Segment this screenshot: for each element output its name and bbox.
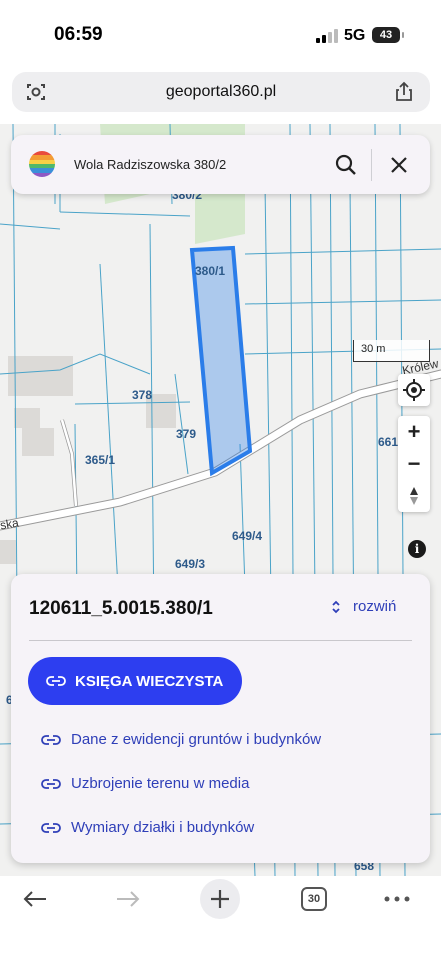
link-icon bbox=[41, 778, 61, 789]
search-icon[interactable] bbox=[333, 152, 359, 178]
plot-label: 649/4 bbox=[232, 529, 263, 543]
geoportal-logo bbox=[29, 151, 55, 177]
status-time: 06:59 bbox=[54, 24, 103, 45]
network-type: 5G bbox=[344, 27, 366, 44]
link-icon bbox=[41, 822, 61, 833]
status-bar: 06:59 5G 43 bbox=[0, 0, 441, 66]
divider bbox=[29, 640, 412, 641]
locate-button[interactable] bbox=[398, 374, 430, 406]
link-label: Dane z ewidencji gruntów i budynków bbox=[71, 731, 322, 748]
search-card[interactable]: Wola Radziszowska 380/2 bbox=[11, 135, 430, 194]
zoom-in-button[interactable]: + bbox=[398, 416, 430, 448]
parcel-panel: 120611_5.0015.380/1 rozwiń KSIĘGA WIECZY… bbox=[11, 574, 430, 863]
expand-label: rozwiń bbox=[353, 598, 397, 615]
locate-icon bbox=[403, 379, 425, 401]
land-register-label: KSIĘGA WIECZYSTA bbox=[75, 672, 224, 690]
more-menu-button[interactable] bbox=[382, 882, 412, 916]
back-arrow-icon bbox=[23, 891, 46, 907]
plot-label: 649/3 bbox=[175, 557, 206, 571]
share-icon[interactable] bbox=[392, 80, 416, 104]
compass-icon bbox=[410, 487, 418, 505]
plus-icon bbox=[211, 890, 229, 908]
land-register-button[interactable]: KSIĘGA WIECZYSTA bbox=[28, 657, 242, 705]
zoom-out-button[interactable]: − bbox=[398, 448, 430, 480]
expand-button[interactable]: rozwiń bbox=[331, 598, 396, 615]
scale-label: 30 m bbox=[361, 343, 386, 355]
link-icon bbox=[41, 734, 61, 745]
zoom-controls: + − bbox=[398, 416, 430, 512]
plot-label: 379 bbox=[176, 427, 197, 441]
link-icon bbox=[46, 676, 66, 686]
tabs-button[interactable]: 30 bbox=[299, 882, 329, 916]
plot-label: 378 bbox=[132, 388, 153, 402]
battery-icon: 43 bbox=[372, 27, 404, 43]
signal-icon bbox=[316, 29, 338, 43]
cadastre-data-link[interactable]: Dane z ewidencji gruntów i budynków bbox=[41, 731, 321, 748]
forward-arrow-icon bbox=[117, 891, 140, 907]
dimensions-link[interactable]: Wymiary działki i budynków bbox=[41, 819, 254, 836]
link-label: Uzbrojenie terenu w media bbox=[71, 775, 250, 792]
parcel-id: 120611_5.0015.380/1 bbox=[29, 598, 213, 619]
compass-button[interactable] bbox=[398, 480, 430, 512]
more-icon bbox=[384, 896, 410, 902]
close-icon[interactable] bbox=[386, 152, 412, 178]
info-icon[interactable]: i bbox=[408, 540, 426, 558]
forward-button[interactable] bbox=[113, 882, 143, 916]
plot-label: 661 bbox=[378, 435, 399, 449]
search-query[interactable]: Wola Radziszowska 380/2 bbox=[74, 157, 226, 172]
expand-icon bbox=[332, 600, 340, 613]
address-bar[interactable]: geoportal360.pl bbox=[12, 72, 430, 112]
plot-label: 365/1 bbox=[85, 453, 116, 467]
utilities-link[interactable]: Uzbrojenie terenu w media bbox=[41, 775, 249, 792]
link-label: Wymiary działki i budynków bbox=[71, 819, 255, 836]
plot-label: 380/1 bbox=[195, 264, 226, 278]
back-button[interactable] bbox=[20, 882, 50, 916]
selected-parcel[interactable] bbox=[189, 245, 253, 477]
divider bbox=[371, 149, 372, 181]
browser-toolbar: 30 bbox=[0, 876, 441, 960]
new-tab-button[interactable] bbox=[200, 879, 240, 919]
map-scale: 30 m bbox=[353, 340, 430, 362]
tab-count: 30 bbox=[301, 887, 327, 911]
url-text: geoportal360.pl bbox=[165, 83, 277, 100]
